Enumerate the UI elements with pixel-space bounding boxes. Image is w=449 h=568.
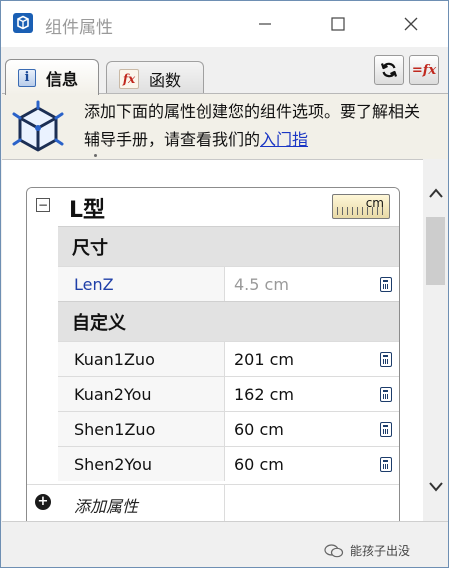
minimize-icon bbox=[259, 23, 271, 25]
maximize-icon bbox=[331, 17, 345, 31]
scroll-down-button[interactable] bbox=[423, 481, 448, 499]
attribute-row: LenZ 4.5 cm bbox=[58, 266, 399, 301]
wechat-icon bbox=[324, 543, 344, 557]
banner-text: 添加下面的属性创建您的组件选项。要了解相关辅导手册，请查看我们的入门指 bbox=[84, 98, 434, 154]
scroll-up-button[interactable] bbox=[423, 187, 448, 205]
banner-description: 添加下面的属性创建您的组件选项。要了解相关辅导手册，请查看我们的 bbox=[84, 102, 421, 149]
attribute-value[interactable]: 60 cm bbox=[225, 412, 399, 446]
attribute-name[interactable]: Kuan1Zuo bbox=[58, 342, 225, 376]
banner-overflow-dot bbox=[94, 154, 97, 157]
watermark: 能孩子出没 bbox=[324, 542, 410, 559]
add-attribute-label[interactable]: 添加属性 bbox=[74, 493, 138, 517]
refresh-icon bbox=[380, 62, 398, 78]
tab-strip: i 信息 fx 函数 =fx bbox=[1, 47, 448, 95]
minimize-button[interactable] bbox=[242, 1, 288, 47]
column-divider bbox=[224, 485, 225, 521]
attribute-name[interactable]: Shen1Zuo bbox=[58, 412, 225, 446]
attribute-value-text: 60 cm bbox=[234, 454, 284, 474]
close-button[interactable] bbox=[388, 1, 434, 47]
sketchup-app-icon bbox=[13, 13, 33, 33]
attribute-value-text: 4.5 cm bbox=[234, 274, 289, 294]
watermark-text: 能孩子出没 bbox=[350, 544, 411, 558]
info-icon: i bbox=[18, 68, 36, 87]
units-button[interactable]: cm bbox=[332, 194, 390, 219]
attribute-value[interactable]: 201 cm bbox=[225, 342, 399, 376]
tab-functions-label: 函数 bbox=[149, 70, 182, 90]
component-attributes-window: 组件属性 i 信息 fx 函数 =fx 添加下面的属性创建您的组件选项。要了解相… bbox=[0, 0, 449, 568]
tab-functions[interactable]: fx 函数 bbox=[106, 61, 204, 95]
calculator-icon[interactable] bbox=[380, 457, 392, 472]
close-icon bbox=[404, 17, 418, 31]
component-box-icon bbox=[12, 100, 64, 152]
component-panel: − L型 cm 尺寸 LenZ 4.5 cm 自定义 Kuan1Zuo 201 … bbox=[26, 187, 400, 521]
add-attribute-row[interactable]: + 添加属性 bbox=[27, 484, 399, 521]
scroll-thumb[interactable] bbox=[426, 217, 445, 285]
attribute-name[interactable]: Shen2You bbox=[58, 447, 225, 481]
panel-header: − L型 cm bbox=[27, 188, 399, 226]
vertical-scrollbar[interactable] bbox=[423, 169, 448, 521]
section-header: 尺寸 bbox=[58, 226, 399, 266]
attribute-row: Kuan1Zuo 201 cm bbox=[58, 341, 399, 376]
fx-icon: fx bbox=[119, 68, 139, 89]
add-icon[interactable]: + bbox=[35, 494, 51, 510]
section-header: 自定义 bbox=[58, 301, 399, 341]
formula-button[interactable]: =fx bbox=[409, 55, 439, 85]
getting-started-link[interactable]: 入门指 bbox=[260, 130, 308, 149]
attribute-name[interactable]: Kuan2You bbox=[58, 377, 225, 411]
calculator-icon[interactable] bbox=[380, 352, 392, 367]
panel-gutter bbox=[27, 226, 58, 521]
attribute-name[interactable]: LenZ bbox=[58, 267, 225, 301]
attribute-row: Shen1Zuo 60 cm bbox=[58, 411, 399, 446]
attribute-value[interactable]: 60 cm bbox=[225, 447, 399, 481]
component-name: L型 bbox=[69, 198, 106, 223]
attribute-row: Kuan2You 162 cm bbox=[58, 376, 399, 411]
attribute-value-text: 162 cm bbox=[234, 384, 295, 404]
calculator-icon[interactable] bbox=[380, 422, 392, 437]
chevron-down-icon bbox=[428, 482, 443, 492]
chevron-up-icon bbox=[428, 188, 443, 198]
formula-icon: =fx bbox=[411, 62, 437, 78]
calculator-icon[interactable] bbox=[380, 387, 392, 402]
tab-info-label: 信息 bbox=[46, 69, 79, 89]
calculator-icon[interactable] bbox=[380, 277, 392, 292]
attribute-value[interactable]: 162 cm bbox=[225, 377, 399, 411]
title-bar: 组件属性 bbox=[1, 1, 448, 47]
attribute-value-text: 60 cm bbox=[234, 419, 284, 439]
tab-info[interactable]: i 信息 bbox=[5, 59, 99, 95]
bottom-bar: 能孩子出没 bbox=[2, 521, 448, 567]
window-title: 组件属性 bbox=[45, 18, 113, 38]
ruler-icon bbox=[337, 207, 385, 215]
maximize-button[interactable] bbox=[315, 1, 361, 47]
attribute-value[interactable]: 4.5 cm bbox=[225, 267, 399, 301]
info-banner: 添加下面的属性创建您的组件选项。要了解相关辅导手册，请查看我们的入门指 bbox=[2, 93, 448, 159]
attribute-row: Shen2You 60 cm bbox=[58, 446, 399, 481]
attribute-value-text: 201 cm bbox=[234, 349, 295, 369]
refresh-button[interactable] bbox=[374, 55, 404, 85]
collapse-button[interactable]: − bbox=[36, 198, 50, 212]
